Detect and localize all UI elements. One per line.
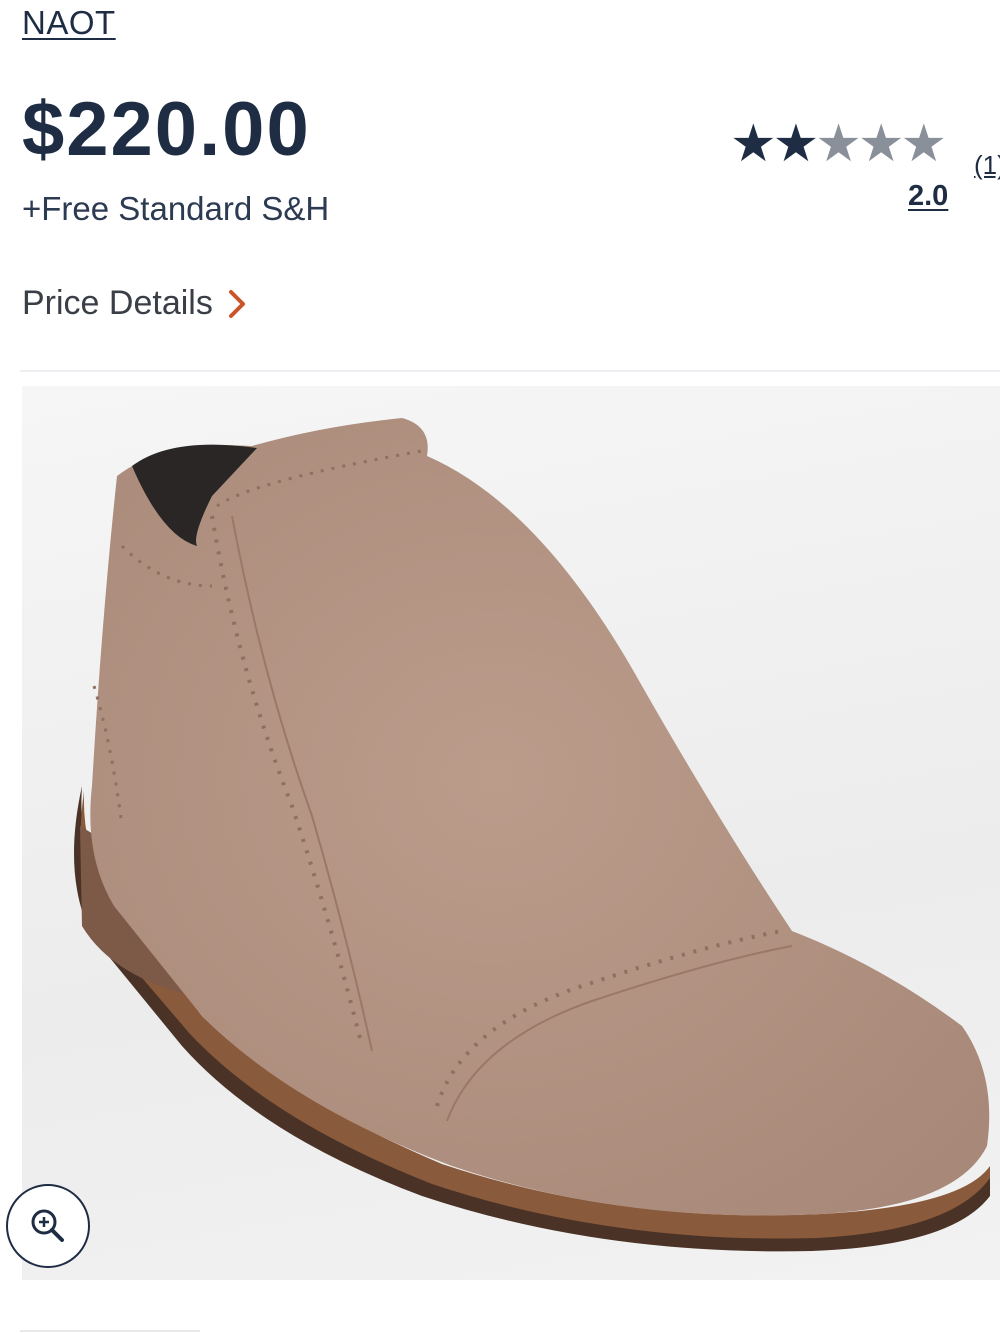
rating-count[interactable]: (1) xyxy=(974,150,1000,181)
star-filled-icon: ★ xyxy=(730,115,777,173)
star-empty-icon: ★ xyxy=(815,115,862,173)
ankle-boot-illustration xyxy=(74,418,991,1252)
star-rating: ★★★★★ xyxy=(730,115,948,173)
shipping-info: +Free Standard S&H xyxy=(22,190,330,227)
bottom-divider xyxy=(20,1330,200,1332)
zoom-in-icon xyxy=(31,1209,64,1242)
price-details-link[interactable]: Price Details xyxy=(22,284,247,323)
rating-value[interactable]: 2.0 xyxy=(908,180,948,213)
product-price: $220.00 xyxy=(22,87,311,172)
star-empty-icon: ★ xyxy=(857,115,905,173)
section-divider xyxy=(20,370,1000,372)
brand-link[interactable]: NAOT xyxy=(22,4,116,42)
star-empty-icon: ★ xyxy=(900,115,948,173)
chevron-right-icon xyxy=(228,289,245,318)
star-filled-icon: ★ xyxy=(772,115,820,173)
product-image[interactable] xyxy=(22,386,1000,1280)
rating-widget[interactable]: ★★★★★ (1) 2.0 xyxy=(730,118,1000,218)
zoom-button[interactable] xyxy=(6,1184,90,1268)
price-details-label: Price Details xyxy=(22,284,213,322)
